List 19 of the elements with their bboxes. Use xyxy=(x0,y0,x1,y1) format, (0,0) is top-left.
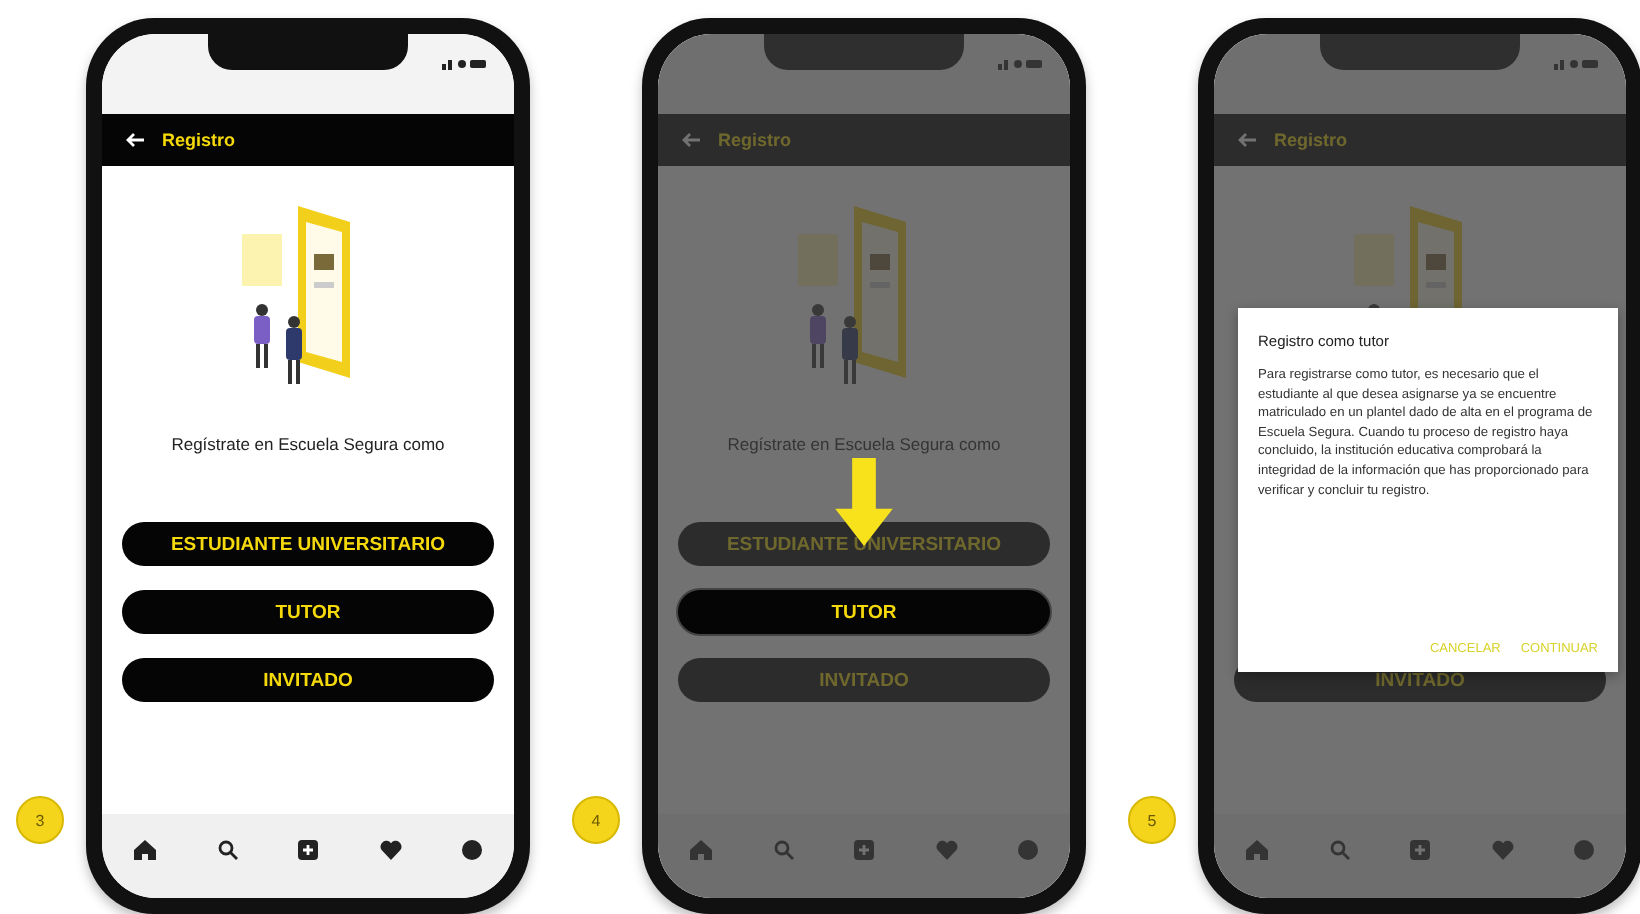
profile-icon[interactable] xyxy=(462,840,482,860)
screen-title: Registro xyxy=(1274,130,1348,150)
add-square-icon[interactable] xyxy=(298,840,318,860)
step-badge: 3 xyxy=(16,796,64,844)
screen-title: Registro xyxy=(718,130,792,150)
status-icons-drawing xyxy=(442,58,486,70)
role-button[interactable]: TUTOR xyxy=(678,590,1050,634)
prompt-text: Regístrate en Escuela Segura como xyxy=(727,434,1001,454)
search-icon[interactable] xyxy=(217,840,237,860)
role-button[interactable]: INVITADO xyxy=(122,658,494,702)
step-badge: 5 xyxy=(1128,796,1176,844)
step-badge: 4 xyxy=(572,796,620,844)
role-button[interactable]: TUTOR xyxy=(122,590,494,634)
role-button[interactable]: ESTUDIANTE UNIVERSITARIO xyxy=(122,522,494,566)
back-arrow-icon[interactable] xyxy=(126,132,146,148)
prompt-text: Regístrate en Escuela Segura como xyxy=(171,434,445,454)
home-icon[interactable] xyxy=(134,840,156,860)
heart-icon[interactable] xyxy=(379,840,401,860)
screen-title: Registro xyxy=(162,130,236,150)
